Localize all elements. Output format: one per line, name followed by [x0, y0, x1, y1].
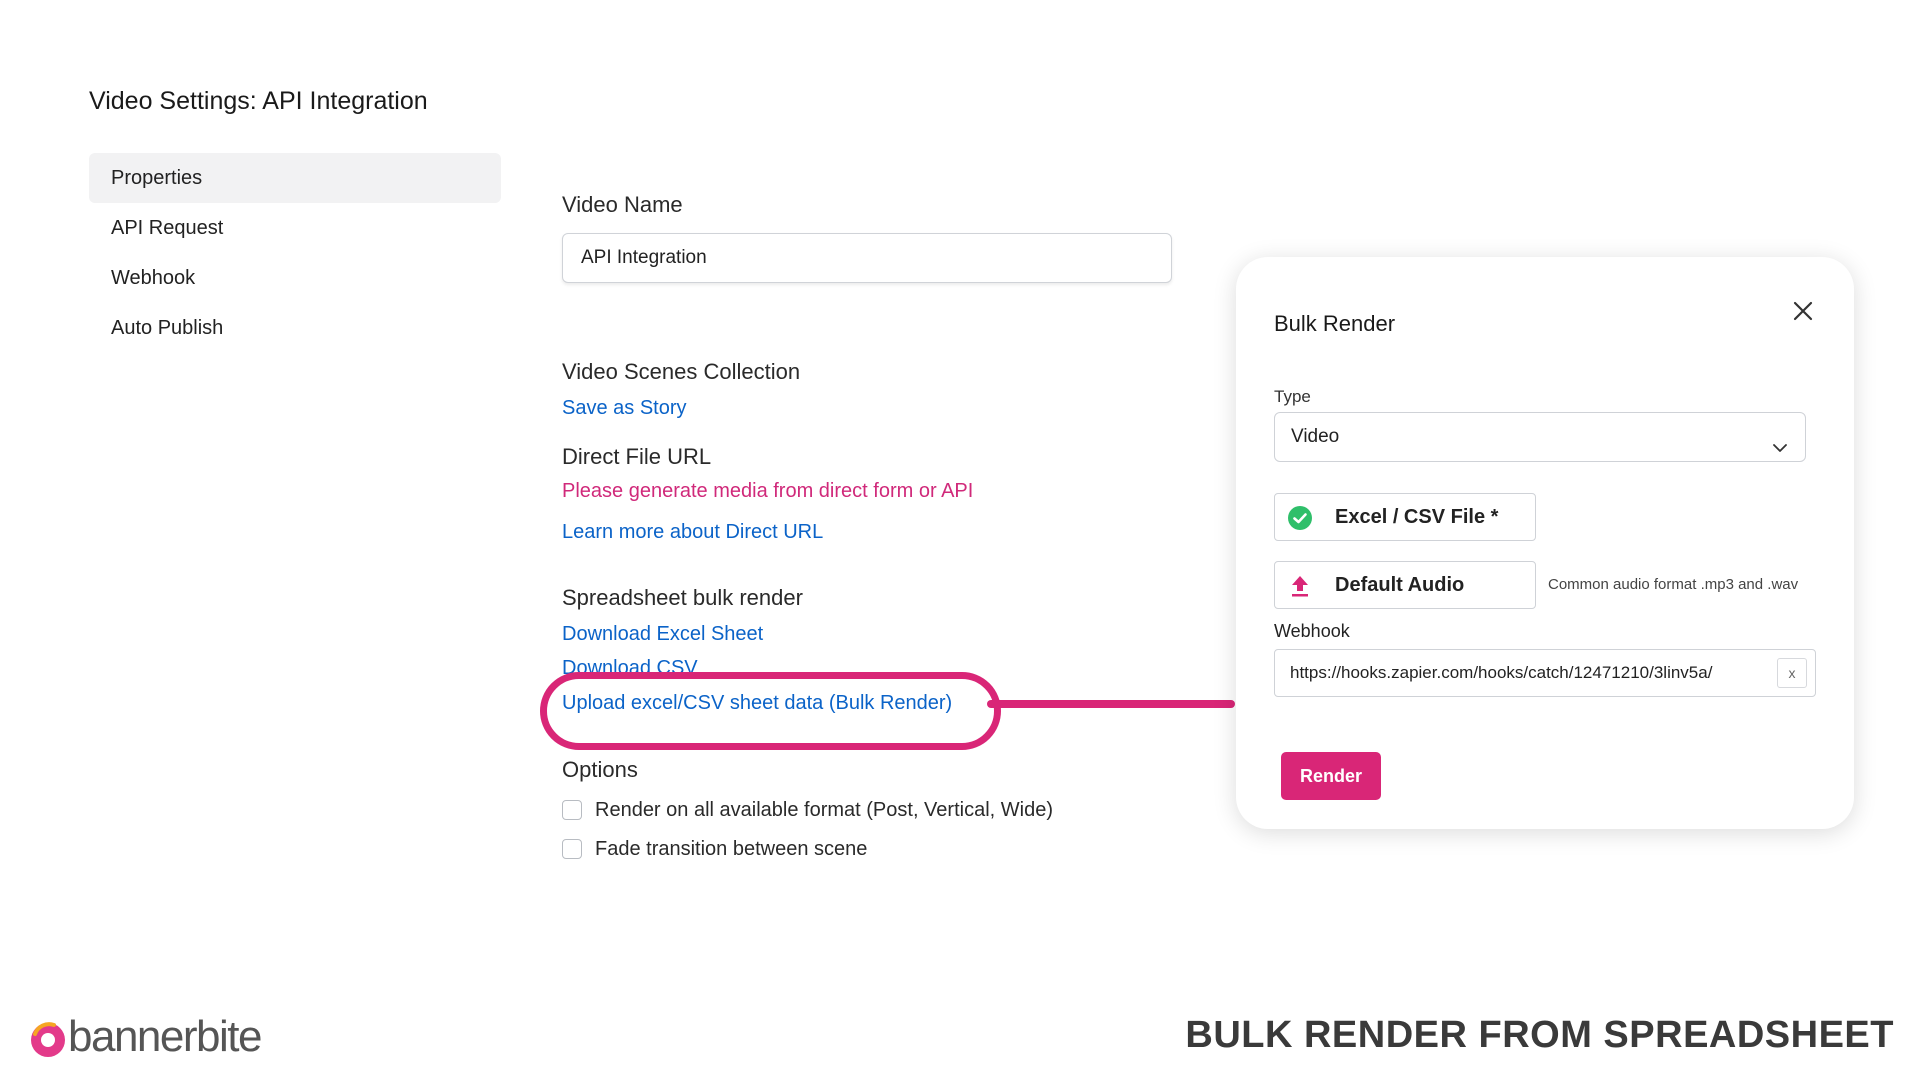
video-name-label: Video Name [562, 192, 683, 217]
upload-icon [1287, 573, 1313, 605]
settings-sidebar: Properties API Request Webhook Auto Publ… [89, 153, 501, 353]
sidebar-item-properties[interactable]: Properties [89, 153, 501, 203]
type-select-value: Video [1291, 426, 1340, 447]
options-label: Options [562, 757, 638, 782]
modal-title: Bulk Render [1274, 311, 1396, 336]
chevron-down-icon [1771, 428, 1789, 476]
donut-icon [31, 1022, 65, 1057]
webhook-input[interactable] [1276, 651, 1766, 695]
check-circle-icon [1287, 505, 1313, 537]
scenes-collection-label: Video Scenes Collection [562, 359, 801, 384]
clear-webhook-button[interactable]: x [1777, 658, 1807, 688]
audio-format-hint: Common audio format .mp3 and .wav [1548, 576, 1799, 593]
webhook-field: x [1274, 649, 1816, 697]
slide-caption: BULK RENDER FROM SPREADSHEET [1185, 1014, 1894, 1056]
video-name-input[interactable] [562, 233, 1172, 283]
page-title: Video Settings: API Integration [89, 87, 428, 115]
all-formats-label: Render on all available format (Post, Ve… [595, 799, 1053, 821]
fade-transition-checkbox[interactable] [562, 839, 582, 859]
type-select[interactable]: Video [1274, 412, 1806, 462]
highlight-connector [987, 700, 1235, 708]
sidebar-item-auto-publish[interactable]: Auto Publish [89, 303, 501, 353]
all-formats-checkbox[interactable] [562, 800, 582, 820]
close-icon[interactable] [1789, 297, 1817, 325]
learn-direct-url-link[interactable]: Learn more about Direct URL [562, 521, 823, 544]
direct-url-warning: Please generate media from direct form o… [562, 480, 974, 502]
default-audio-label: Default Audio [1335, 574, 1465, 596]
highlight-ring [540, 672, 1001, 750]
render-button[interactable]: Render [1281, 752, 1381, 800]
fade-transition-label: Fade transition between scene [595, 838, 868, 860]
sidebar-item-webhook[interactable]: Webhook [89, 253, 501, 303]
default-audio-button[interactable]: Default Audio [1274, 561, 1536, 609]
type-label: Type [1274, 387, 1311, 406]
save-as-story-link[interactable]: Save as Story [562, 397, 687, 420]
bulk-render-modal: Bulk Render Type Video Excel / CSV File … [1236, 257, 1854, 829]
brand-name: bannerbite [68, 1012, 262, 1061]
webhook-label: Webhook [1274, 621, 1350, 641]
spreadsheet-bulk-label: Spreadsheet bulk render [562, 585, 803, 610]
direct-file-url-label: Direct File URL [562, 444, 712, 469]
excel-csv-file-button[interactable]: Excel / CSV File * [1274, 493, 1536, 541]
download-excel-link[interactable]: Download Excel Sheet [562, 623, 763, 646]
sidebar-item-api-request[interactable]: API Request [89, 203, 501, 253]
excel-csv-file-label: Excel / CSV File * [1335, 506, 1499, 528]
